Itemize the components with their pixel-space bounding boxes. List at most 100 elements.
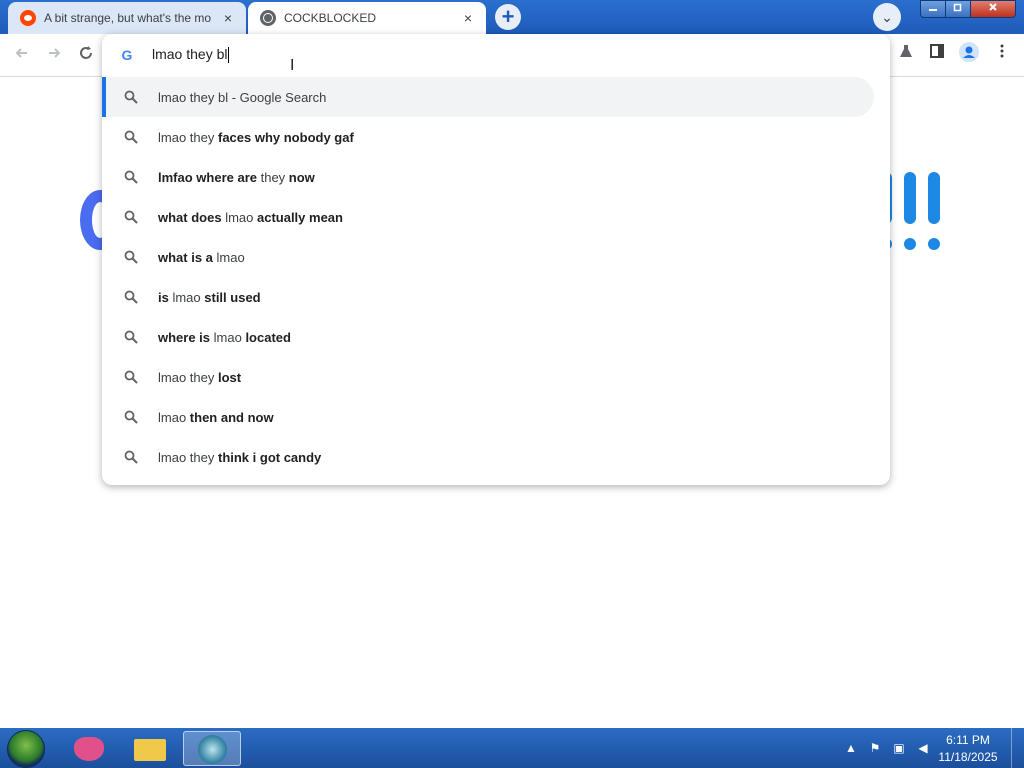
search-icon [124, 250, 138, 264]
suggestion-item[interactable]: lmao they faces why nobody gaf [102, 117, 890, 157]
suggestion-text-part: lmao [213, 329, 246, 345]
kebab-menu-icon [1000, 44, 1004, 58]
close-window-button[interactable] [970, 0, 1016, 18]
search-icon [124, 90, 138, 104]
restore-icon [953, 3, 962, 12]
taskbar-app-browser[interactable] [183, 731, 241, 766]
suggestion-text-part: now [288, 169, 315, 185]
close-icon [989, 3, 997, 11]
search-icon [124, 450, 138, 464]
suggestion-text-part: lost [217, 369, 242, 385]
suggestion-text: lmao they think i got candy [158, 450, 321, 465]
tab-title: A bit strange, but what's the mo [44, 11, 212, 25]
suggestion-text-part: lmao they [158, 369, 218, 385]
profile-button[interactable] [956, 42, 982, 68]
search-icon [124, 130, 138, 144]
taskbar: ▲ ⚑ ▣ ◀ 6:11 PM 11/18/2025 [0, 728, 1024, 768]
taskbar-app-explorer[interactable] [121, 731, 179, 766]
new-tab-button[interactable]: + [495, 4, 521, 30]
logo-bang-mark [904, 172, 916, 224]
logo-bang-dot [928, 238, 940, 250]
clock-time[interactable]: 6:11 PM [933, 733, 1003, 747]
suggestion-text: lmao they faces why nobody gaf [158, 130, 354, 145]
suggestion-text: where is lmao located [158, 330, 291, 345]
suggestion-item[interactable]: what is a lmao [102, 237, 890, 277]
minimize-button[interactable] [920, 0, 946, 18]
suggestion-text-part: then and now [189, 409, 274, 425]
network-icon[interactable]: ▣ [891, 740, 907, 756]
reddit-icon [20, 10, 36, 26]
reload-button[interactable] [73, 42, 99, 68]
side-panel-button[interactable] [924, 42, 950, 68]
suggestion-item[interactable]: lmao then and now [102, 397, 890, 437]
suggestion-item[interactable]: what does lmao actually mean [102, 197, 890, 237]
suggestion-text-part: actually mean [256, 209, 343, 225]
tab-close-icon[interactable]: × [460, 10, 476, 26]
google-icon: G [121, 47, 133, 63]
suggestion-item[interactable]: lmao they lost [102, 357, 890, 397]
side-panel-icon [930, 44, 944, 58]
minimize-icon [929, 9, 937, 11]
suggestion-text-part: lmfao where are [158, 169, 261, 185]
tab-cockblocked[interactable]: COCKBLOCKED × [248, 2, 486, 34]
page-logo-fragment-right [880, 168, 950, 258]
taskbar-app-fox[interactable] [60, 731, 118, 766]
extension-button[interactable] [893, 42, 919, 68]
suggestion-item[interactable]: lmfao where are they now [102, 157, 890, 197]
logo-bang-mark [928, 172, 940, 224]
suggestion-text-part: faces why nobody gaf [217, 129, 354, 145]
back-button[interactable] [9, 42, 35, 68]
suggestion-item[interactable]: lmao they think i got candy [102, 437, 890, 477]
suggestion-text: lmao they bl - Google Search [158, 90, 326, 105]
suggestion-text-part: is [158, 289, 173, 305]
suggestion-item[interactable]: lmao they bl - Google Search [102, 77, 874, 117]
suggestion-text-part: where is [158, 329, 214, 345]
suggestion-text-part: lmao they bl - Google Search [158, 89, 327, 105]
suggestion-text-part: lmao they [158, 129, 218, 145]
address-input[interactable]: lmao they bl [152, 46, 230, 64]
forward-button[interactable] [41, 42, 67, 68]
restore-button[interactable] [945, 0, 971, 18]
suggestion-text: is lmao still used [158, 290, 261, 305]
volume-muted-icon[interactable]: ◀ [915, 740, 931, 756]
tab-strip: A bit strange, but what's the mo × COCKB… [0, 0, 1024, 34]
ibeam-cursor-icon: I [290, 57, 295, 74]
tab-search-button[interactable]: ⌄ [873, 3, 901, 31]
omnibox-dropdown: G lmao they bl I lmao they bl - Google S… [102, 34, 890, 485]
arrow-left-icon [15, 48, 27, 58]
tab-reddit[interactable]: A bit strange, but what's the mo × [8, 2, 246, 34]
suggestion-text-part: think i got candy [217, 449, 322, 465]
suggestion-list: lmao they bl - Google Search lmao they fa… [102, 77, 890, 477]
menu-button[interactable] [989, 42, 1015, 68]
browser-app-icon [198, 735, 227, 764]
suggestion-text: what is a lmao [158, 250, 245, 265]
tab-title: COCKBLOCKED [284, 11, 377, 25]
show-desktop-button[interactable] [1011, 728, 1024, 768]
search-icon [124, 410, 138, 424]
suggestion-text-part: lmao [172, 289, 205, 305]
suggestion-text: lmao they lost [158, 370, 241, 385]
text-caret [228, 47, 230, 64]
start-button[interactable] [7, 730, 45, 768]
flag-icon[interactable]: ⚑ [867, 740, 883, 756]
address-bar[interactable]: G lmao they bl I [102, 34, 890, 76]
search-icon [124, 290, 138, 304]
suggestion-text-part: what does [158, 209, 226, 225]
suggestion-text: what does lmao actually mean [158, 210, 343, 225]
tab-close-icon[interactable]: × [220, 10, 236, 26]
logo-bang-dot [904, 238, 916, 250]
suggestion-text: lmfao where are they now [158, 170, 315, 185]
suggestion-text-part: they [260, 169, 289, 185]
suggestion-item[interactable]: where is lmao located [102, 317, 890, 357]
arrow-right-icon [49, 48, 61, 58]
tray-expand-icon[interactable]: ▲ [843, 740, 859, 756]
suggestion-text-part: located [245, 329, 291, 345]
folder-icon [134, 739, 166, 761]
search-icon [124, 210, 138, 224]
search-icon [124, 170, 138, 184]
suggestion-item[interactable]: is lmao still used [102, 277, 890, 317]
flask-icon [900, 45, 912, 57]
clock-date[interactable]: 11/18/2025 [933, 750, 1003, 764]
suggestion-text-part: lmao they [158, 449, 218, 465]
globe-icon [260, 10, 276, 26]
